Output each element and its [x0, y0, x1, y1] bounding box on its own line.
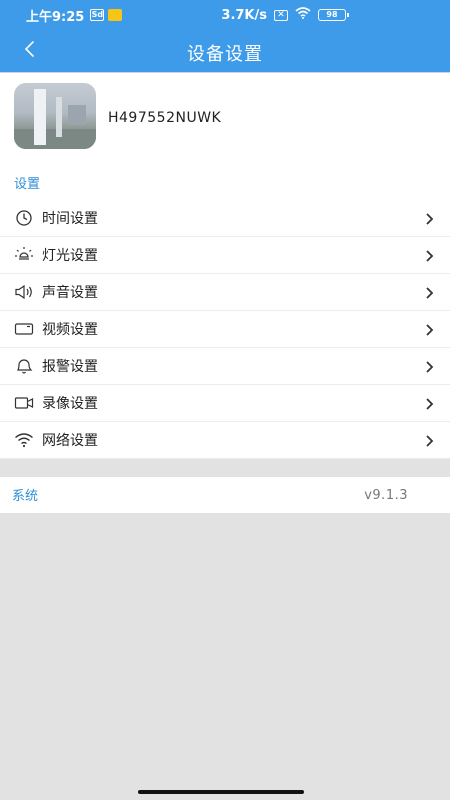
- menu-item-time[interactable]: 时间设置: [0, 200, 450, 237]
- status-time: 上午9:25: [26, 9, 85, 25]
- app-badge-icon: [108, 9, 123, 21]
- menu-item-label: 时间设置: [42, 211, 98, 227]
- section-divider: [0, 459, 450, 477]
- menu-item-label: 录像设置: [42, 396, 98, 412]
- menu-item-video[interactable]: 视频设置: [0, 311, 450, 348]
- device-thumbnail[interactable]: [14, 83, 96, 149]
- menu-item-label: 报警设置: [42, 359, 98, 375]
- chevron-right-icon: [426, 361, 434, 373]
- menu-item-record[interactable]: 录像设置: [0, 385, 450, 422]
- menu-item-light[interactable]: 灯光设置: [0, 237, 450, 274]
- bell-icon: [14, 356, 34, 376]
- app-version: v9.1.3: [364, 488, 408, 503]
- battery-icon: 98: [318, 9, 349, 21]
- settings-menu: 时间设置 灯光设置 声音设置 视频设置 报警设置 录像设置 网络设置: [0, 200, 450, 459]
- menu-item-label: 声音设置: [42, 285, 98, 301]
- system-row[interactable]: 系统 v9.1.3: [0, 477, 450, 513]
- status-bar: 上午9:25 Sd 3.7K/s ✕ 98: [0, 0, 450, 30]
- app-notification-icon: Sd: [90, 9, 105, 21]
- video-icon: [14, 319, 34, 339]
- network-speed: 3.7K/s: [221, 7, 267, 23]
- device-name: H497552NUWK: [108, 110, 222, 126]
- chevron-right-icon: [426, 213, 434, 225]
- home-indicator[interactable]: [138, 790, 304, 794]
- menu-item-label: 灯光设置: [42, 248, 98, 264]
- chevron-right-icon: [426, 324, 434, 336]
- device-info: H497552NUWK: [0, 73, 450, 163]
- speaker-icon: [14, 282, 34, 302]
- page-title: 设备设置: [187, 44, 263, 65]
- chevron-right-icon: [426, 250, 434, 262]
- clock-icon: [14, 208, 34, 228]
- empty-area: [0, 513, 450, 800]
- chevron-right-icon: [426, 435, 434, 447]
- chevron-right-icon: [426, 287, 434, 299]
- menu-item-sound[interactable]: 声音设置: [0, 274, 450, 311]
- light-icon: [14, 245, 34, 265]
- menu-item-network[interactable]: 网络设置: [0, 422, 450, 459]
- section-title-system: 系统: [12, 489, 39, 504]
- menu-item-label: 网络设置: [42, 433, 98, 449]
- wifi-status-icon: [295, 7, 311, 23]
- section-title-settings: 设置: [14, 177, 41, 192]
- wifi-icon: [14, 430, 34, 450]
- menu-item-label: 视频设置: [42, 322, 98, 338]
- sim-icon: ✕: [274, 9, 288, 21]
- header-bar: 设备设置: [0, 30, 450, 72]
- chevron-right-icon: [426, 398, 434, 410]
- menu-item-alarm[interactable]: 报警设置: [0, 348, 450, 385]
- camera-record-icon: [14, 393, 34, 413]
